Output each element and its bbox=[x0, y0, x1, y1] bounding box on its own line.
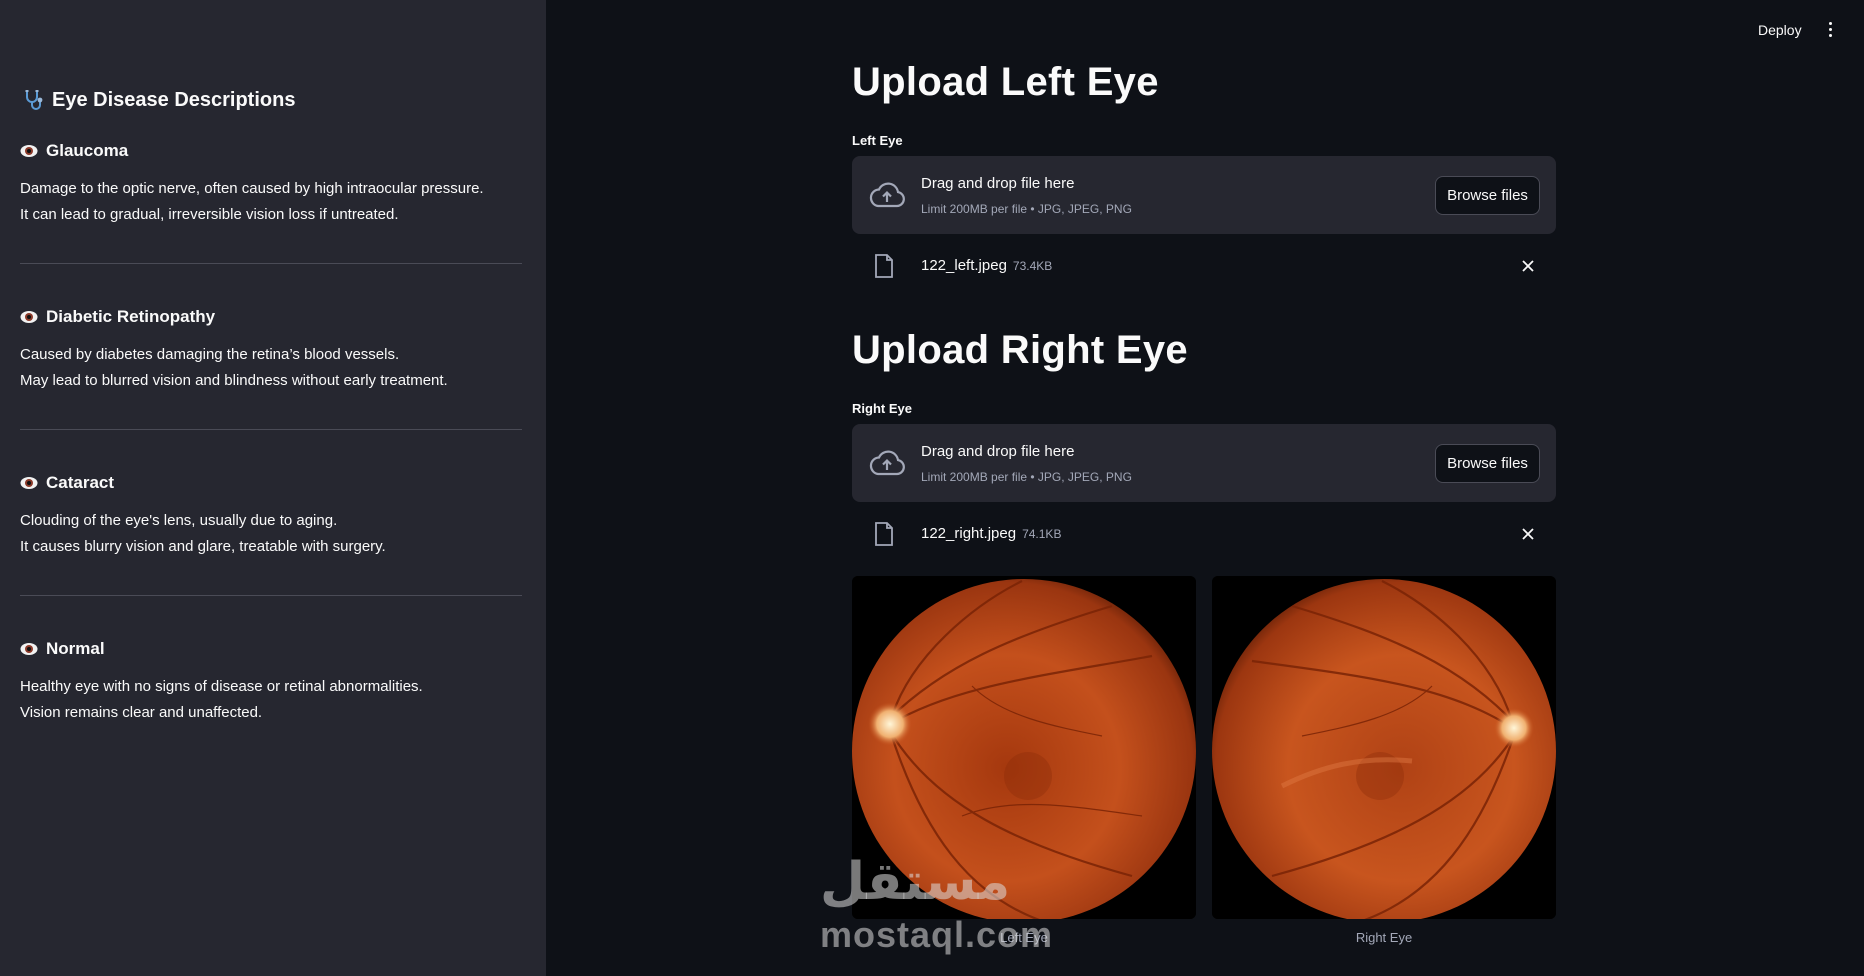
dropzone-title: Drag and drop file here bbox=[921, 443, 1075, 460]
deploy-button[interactable]: Deploy bbox=[1752, 18, 1808, 42]
eye-icon bbox=[20, 311, 38, 323]
description-line: Vision remains clear and unaffected. bbox=[20, 704, 263, 721]
disease-header: Glaucoma bbox=[20, 140, 522, 162]
file-name: 122_right.jpeg bbox=[921, 525, 1017, 542]
disease-cataract: Cataract Clouding of the eye's lens, usu… bbox=[20, 472, 522, 560]
description-line: Caused by diabetes damaging the retina’s… bbox=[20, 346, 400, 363]
disease-description: Clouding of the eye's lens, usually due … bbox=[20, 508, 522, 560]
right-eye-heading: Upload Right Eye bbox=[852, 328, 1188, 372]
description-line: Clouding of the eye's lens, usually due … bbox=[20, 512, 338, 529]
disease-normal: Normal Healthy eye with no signs of dise… bbox=[20, 638, 522, 726]
disease-name: Glaucoma bbox=[46, 141, 129, 160]
disease-header: Normal bbox=[20, 638, 522, 660]
file-info: 122_left.jpeg 73.4KB bbox=[921, 257, 1052, 274]
file-info: 122_right.jpeg 74.1KB bbox=[921, 525, 1061, 542]
disease-name: Diabetic Retinopathy bbox=[46, 307, 216, 326]
file-name: 122_left.jpeg bbox=[921, 257, 1007, 274]
sidebar: Eye Disease Descriptions Glaucoma Damage… bbox=[0, 0, 546, 976]
file-size: 73.4KB bbox=[1012, 259, 1053, 273]
description-line: May lead to blurred vision and blindness… bbox=[20, 372, 448, 389]
cloud-upload-icon bbox=[869, 450, 905, 476]
dropzone-limit: Limit 200MB per file • JPG, JPEG, PNG bbox=[921, 470, 1132, 484]
app-root: Eye Disease Descriptions Glaucoma Damage… bbox=[0, 0, 1864, 976]
left-eye-heading: Upload Left Eye bbox=[852, 60, 1159, 104]
right-eye-caption: Right Eye bbox=[1355, 930, 1413, 945]
dropzone-title: Drag and drop file here bbox=[921, 175, 1075, 192]
disease-glaucoma: Glaucoma Damage to the optic nerve, ofte… bbox=[20, 140, 522, 228]
divider bbox=[20, 263, 522, 264]
file-size: 74.1KB bbox=[1022, 527, 1062, 541]
right-eye-label: Right Eye bbox=[852, 401, 912, 416]
sidebar-title: Eye Disease Descriptions bbox=[22, 88, 295, 112]
description-line: It causes blurry vision and glare, treat… bbox=[20, 538, 386, 555]
eye-icon bbox=[20, 145, 38, 157]
disease-description: Caused by diabetes damaging the retina’s… bbox=[20, 342, 522, 394]
disease-name: Cataract bbox=[46, 473, 115, 492]
close-icon[interactable] bbox=[1520, 526, 1536, 542]
description-line: It can lead to gradual, irreversible vis… bbox=[20, 206, 399, 223]
dropzone-limit: Limit 200MB per file • JPG, JPEG, PNG bbox=[921, 202, 1132, 216]
browse-files-button[interactable]: Browse files bbox=[1435, 444, 1540, 483]
close-icon[interactable] bbox=[1520, 258, 1536, 274]
stethoscope-icon bbox=[25, 90, 43, 110]
eye-icon bbox=[20, 643, 38, 655]
right-uploaded-file: 122_right.jpeg 74.1KB bbox=[852, 516, 1556, 552]
cloud-upload-icon bbox=[869, 182, 905, 208]
eye-icon bbox=[20, 477, 38, 489]
disease-description: Healthy eye with no signs of disease or … bbox=[20, 674, 522, 726]
left-eye-fundus-image bbox=[852, 576, 1196, 919]
disease-description: Damage to the optic nerve, often caused … bbox=[20, 176, 522, 228]
browse-files-button[interactable]: Browse files bbox=[1435, 176, 1540, 215]
disease-header: Diabetic Retinopathy bbox=[20, 306, 522, 328]
divider bbox=[20, 429, 522, 430]
sidebar-title-text: Eye Disease Descriptions bbox=[52, 88, 296, 111]
description-line: Damage to the optic nerve, often caused … bbox=[20, 180, 484, 197]
left-eye-label: Left Eye bbox=[852, 133, 903, 148]
file-icon bbox=[875, 254, 893, 278]
file-icon bbox=[875, 522, 893, 546]
right-eye-fundus-image bbox=[1212, 576, 1556, 919]
left-uploaded-file: 122_left.jpeg 73.4KB bbox=[852, 248, 1556, 284]
description-line: Healthy eye with no signs of disease or … bbox=[20, 678, 423, 695]
more-vertical-icon[interactable] bbox=[1822, 16, 1838, 42]
disease-header: Cataract bbox=[20, 472, 522, 494]
divider bbox=[20, 595, 522, 596]
disease-diabetic-retinopathy: Diabetic Retinopathy Caused by diabetes … bbox=[20, 306, 522, 394]
left-eye-caption: Left Eye bbox=[1000, 930, 1048, 945]
right-eye-dropzone[interactable]: Drag and drop file here Limit 200MB per … bbox=[852, 424, 1556, 502]
disease-name: Normal bbox=[46, 639, 105, 658]
left-eye-dropzone[interactable]: Drag and drop file here Limit 200MB per … bbox=[852, 156, 1556, 234]
